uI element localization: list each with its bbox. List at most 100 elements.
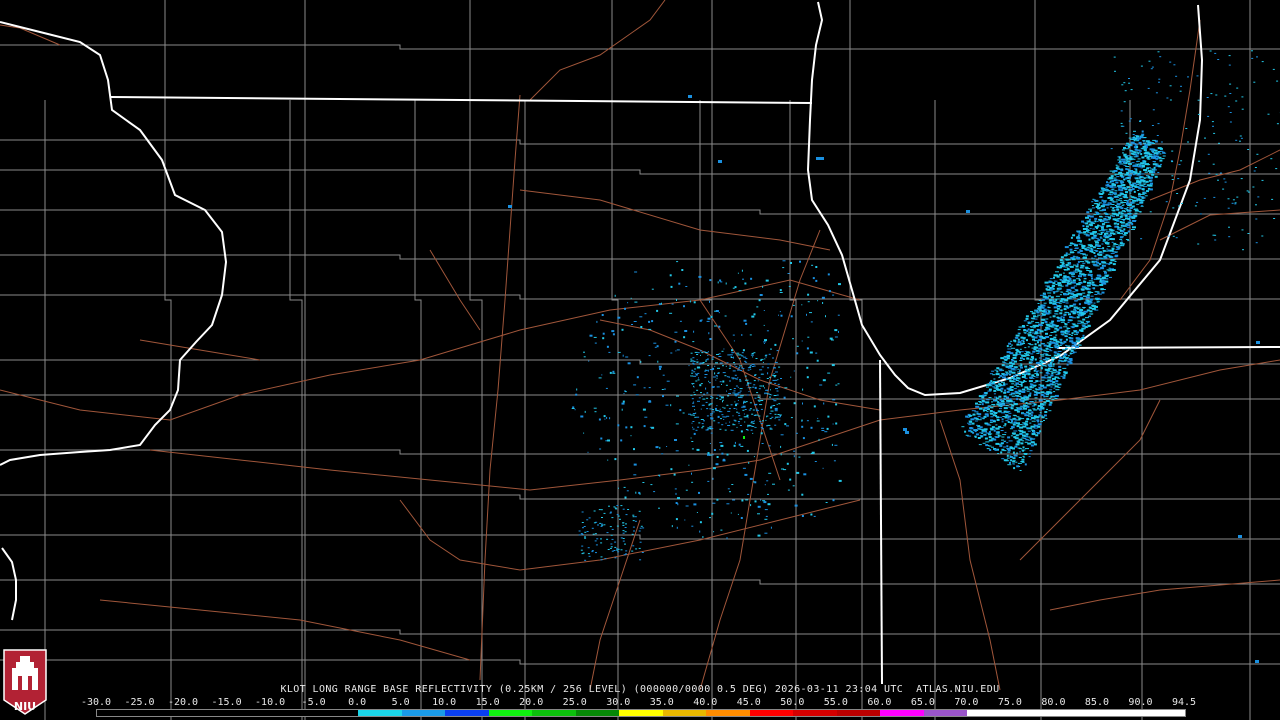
echo-pixel: [1072, 264, 1076, 266]
echo-pixel: [1123, 228, 1126, 231]
echo-pixel: [1023, 453, 1028, 454]
echo-pixel: [1138, 181, 1142, 184]
echo-pixel: [832, 294, 835, 296]
echo-pixel: [1077, 320, 1081, 322]
echo-pixel: [659, 446, 661, 449]
echo-pixel: [1099, 248, 1103, 250]
echo-pixel: [1151, 173, 1155, 176]
echo-pixel: [650, 484, 653, 486]
echo-pixel: [738, 357, 741, 359]
echo-pixel: [691, 398, 694, 400]
echo-pixel: [711, 402, 713, 404]
echo-pixel: [1078, 279, 1081, 281]
echo-pixel: [596, 320, 598, 323]
echo-pixel: [1138, 173, 1141, 175]
echo-pixel: [1141, 205, 1143, 207]
echo-pixel: [1078, 311, 1083, 312]
echo-pixel: [1141, 188, 1145, 191]
echo-pixel: [1069, 280, 1073, 282]
echo-pixel: [729, 380, 731, 382]
echo-pixel: [810, 453, 814, 454]
echo-pixel: [1041, 304, 1046, 307]
echo-pixel: [765, 356, 767, 358]
echo-pixel: [1072, 279, 1076, 282]
echo-pixel: [1036, 346, 1039, 349]
echo-pixel: [718, 160, 722, 163]
echo-pixel: [763, 341, 767, 343]
echo-pixel: [710, 417, 713, 419]
echo-pixel: [754, 374, 756, 376]
echo-pixel: [724, 315, 727, 317]
echo-pixel: [1148, 142, 1151, 144]
echo-pixel: [669, 312, 673, 314]
echo-pixel: [1141, 173, 1145, 175]
echo-pixel: [1134, 183, 1138, 185]
echo-pixel: [828, 290, 831, 293]
echo-pixel: [710, 315, 713, 318]
echo-pixel: [1016, 377, 1019, 379]
echo-pixel: [995, 442, 1000, 445]
echo-pixel: [583, 351, 585, 353]
echo-pixel: [1232, 199, 1235, 201]
echo-pixel: [1018, 333, 1021, 335]
echo-pixel: [1052, 339, 1056, 341]
echo-pixel: [1130, 202, 1134, 204]
echo-pixel: [1012, 393, 1016, 395]
echo-pixel: [609, 371, 612, 374]
county-line: [0, 169, 1280, 175]
echo-pixel: [1157, 123, 1160, 125]
echo-pixel: [722, 459, 726, 462]
echo-pixel: [772, 357, 774, 359]
echo-pixel: [993, 411, 996, 414]
echo-pixel: [1105, 280, 1109, 283]
echo-pixel: [737, 272, 739, 274]
echo-pixel: [1106, 248, 1109, 250]
echo-pixel: [676, 349, 680, 351]
echo-pixel: [1089, 210, 1092, 212]
echo-pixel: [1129, 192, 1132, 194]
echo-pixel: [994, 369, 997, 371]
echo-pixel: [1116, 228, 1121, 230]
echo-pixel: [978, 401, 982, 402]
echo-pixel: [600, 509, 603, 511]
echo-pixel: [1138, 164, 1142, 167]
echo-pixel: [1105, 242, 1110, 244]
echo-pixel: [737, 412, 740, 414]
echo-pixel: [1139, 176, 1142, 179]
county-line: [0, 659, 1280, 665]
echo-pixel: [993, 429, 996, 432]
echo-pixel: [1109, 170, 1114, 172]
echo-pixel: [1007, 436, 1011, 439]
echo-pixel: [1074, 271, 1078, 273]
echo-pixel: [1034, 388, 1037, 390]
echo-pixel: [1013, 436, 1017, 439]
echo-pixel: [1076, 263, 1079, 266]
echo-pixel: [722, 406, 724, 408]
echo-pixel: [1069, 352, 1072, 355]
echo-pixel: [767, 363, 770, 365]
echo-pixel: [1030, 344, 1034, 346]
echo-pixel: [799, 260, 801, 263]
echo-pixel: [1153, 155, 1158, 158]
echo-pixel: [1079, 240, 1082, 243]
echo-pixel: [1026, 418, 1030, 421]
echo-pixel: [1065, 264, 1070, 266]
echo-pixel: [1034, 400, 1037, 402]
echo-pixel: [606, 538, 609, 540]
echo-pixel: [696, 389, 699, 391]
echo-pixel: [1082, 225, 1085, 227]
echo-pixel: [1054, 301, 1057, 303]
echo-pixel: [746, 379, 749, 381]
echo-pixel: [1143, 183, 1146, 185]
echo-pixel: [1093, 199, 1096, 202]
echo-pixel: [1099, 284, 1104, 286]
echo-pixel: [1044, 281, 1049, 284]
echo-pixel: [1134, 148, 1138, 151]
echo-pixel: [1064, 254, 1067, 257]
echo-pixel: [814, 461, 817, 462]
echo-pixel: [605, 387, 608, 389]
echo-pixel: [717, 415, 720, 418]
echo-pixel: [1120, 125, 1123, 127]
echo-pixel: [1111, 212, 1116, 215]
echo-pixel: [753, 380, 756, 382]
